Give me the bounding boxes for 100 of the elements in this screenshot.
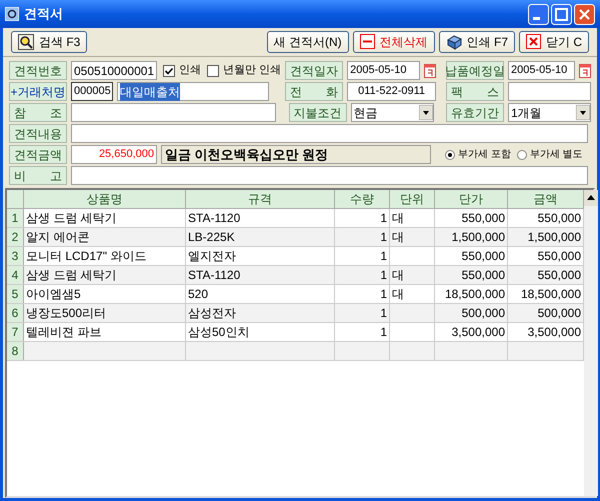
fax-field[interactable] xyxy=(508,82,591,101)
table-cell: 18,500,000 xyxy=(520,287,581,301)
search-icon xyxy=(18,34,34,50)
dropdown[interactable]: 1개월 xyxy=(508,103,591,122)
table-cell: 18,500,000 xyxy=(444,287,505,301)
table-cell: 550,000 xyxy=(538,268,581,282)
column-header[interactable]: 단가 xyxy=(435,190,508,208)
field-label: +거래처명 xyxy=(9,82,67,101)
table-cell: 1 xyxy=(380,230,387,244)
radio-button[interactable] xyxy=(445,150,455,160)
table-cell: 1 xyxy=(380,211,387,225)
column-header[interactable]: 규격 xyxy=(186,190,335,208)
table-cell: 대 xyxy=(392,211,404,225)
dropdown[interactable]: 현금 xyxy=(350,103,434,122)
row-number: 4 xyxy=(7,266,24,284)
table-cell: 냉장도500리터 xyxy=(26,306,106,320)
field-label: 유효기간 xyxy=(446,103,504,122)
table-cell: 삼성50인치 xyxy=(188,325,250,339)
table-cell: 1 xyxy=(380,287,387,301)
scroll-up-icon[interactable] xyxy=(584,190,598,206)
table-cell: 1 xyxy=(380,306,387,320)
table-cell: 알지 에어콘 xyxy=(26,230,90,244)
toolbar-button[interactable]: 인쇄 F7 xyxy=(438,30,515,52)
printer-icon xyxy=(446,34,462,50)
phone-field[interactable]: 011-522-0911 xyxy=(347,82,436,101)
table-cell: 1 xyxy=(380,249,387,263)
maximize-icon[interactable] xyxy=(551,4,572,24)
table-cell: STA-1120 xyxy=(188,268,240,282)
date-field[interactable]: 2005-05-10 xyxy=(508,61,575,80)
close-icon[interactable] xyxy=(574,4,595,24)
table-cell: 3,500,000 xyxy=(528,325,581,339)
radio-label: 부가세 별도 xyxy=(530,148,583,162)
table-cell: 대 xyxy=(392,268,404,282)
table-cell: 1 xyxy=(380,325,387,339)
field-label: 지불조건 xyxy=(288,103,346,122)
table-cell: 550,000 xyxy=(462,249,505,263)
client-name: 대일매출처 xyxy=(120,82,180,100)
scrollbar[interactable] xyxy=(584,190,598,496)
table-cell: 550,000 xyxy=(462,211,505,225)
checkbox[interactable] xyxy=(207,64,220,76)
field-label: 견적내용 xyxy=(9,124,67,143)
table-cell: 1 xyxy=(380,268,387,282)
field-label: 견적번호 xyxy=(9,61,67,80)
table-cell: 삼생 드럼 세탁기 xyxy=(26,211,117,225)
row-number: 5 xyxy=(7,285,24,303)
close-icon xyxy=(526,34,541,49)
radio-button[interactable] xyxy=(516,150,527,160)
table-cell: 텔레비젼 파브 xyxy=(26,325,102,339)
column-header[interactable]: 상품명 xyxy=(24,190,186,208)
table-cell: STA-1120 xyxy=(188,211,240,225)
row-number: 8 xyxy=(7,342,24,360)
reference-field[interactable] xyxy=(71,103,276,122)
content-field[interactable] xyxy=(71,124,588,143)
table-cell: 모니터 LCD17" 와이드 xyxy=(26,249,146,263)
row-number: 3 xyxy=(7,247,24,265)
row-number: 1 xyxy=(7,209,24,227)
table-cell: 1,500,000 xyxy=(452,230,505,244)
checkbox-label: 년월만 인쇄 xyxy=(223,63,282,78)
toolbar-button[interactable]: 전체삭제 xyxy=(352,30,435,52)
calendar-icon[interactable] xyxy=(579,64,591,78)
table-cell: 550,000 xyxy=(538,211,581,225)
toolbar-button[interactable]: 검색 F3 xyxy=(11,30,88,52)
checkbox[interactable] xyxy=(163,64,175,76)
dropdown-arrow-icon xyxy=(418,105,432,120)
date-field[interactable]: 2005-05-10 xyxy=(347,61,420,80)
row-number: 2 xyxy=(7,228,24,246)
client-name-field[interactable]: 대일매출처 xyxy=(117,82,270,101)
column-header[interactable]: 수량 xyxy=(335,190,390,208)
column-header[interactable]: 단위 xyxy=(390,190,435,208)
toolbar-button[interactable]: 닫기 C xyxy=(519,30,589,52)
field-label: 비 고 xyxy=(9,166,67,185)
table-cell: 3,500,000 xyxy=(452,325,505,339)
field-label: 참 조 xyxy=(9,103,67,122)
table-cell: 아이엠샘5 xyxy=(26,287,81,301)
table-cell: 500,000 xyxy=(462,306,505,320)
table-cell: 엘지전자 xyxy=(188,249,236,263)
table-cell: 대 xyxy=(392,230,404,244)
radio-label: 부가세 포함 xyxy=(458,148,511,162)
amount-field[interactable]: 25,650,000 xyxy=(71,145,157,164)
client-code-field[interactable]: 000005 xyxy=(71,82,113,101)
checkbox-label: 인쇄 xyxy=(179,63,201,78)
dropdown-arrow-icon xyxy=(576,105,590,120)
table-cell: 삼성전자 xyxy=(188,306,236,320)
minimize-icon[interactable] xyxy=(528,4,549,24)
field-label: 납품예정일 xyxy=(446,61,504,80)
amount-in-words: 일금 이천오백육십오만 원정 xyxy=(161,145,431,164)
note-field[interactable] xyxy=(71,166,588,185)
calendar-icon[interactable] xyxy=(424,64,436,78)
table-cell: 1,500,000 xyxy=(528,230,581,244)
toolbar-button[interactable]: 새 견적서(N) xyxy=(266,30,349,52)
app-icon xyxy=(5,7,19,21)
row-number: 7 xyxy=(7,323,24,341)
table-cell: LB-225K xyxy=(188,230,235,244)
table-cell: 550,000 xyxy=(538,249,581,263)
field-label: 전 화 xyxy=(285,82,344,101)
field-label: 견적일자 xyxy=(285,61,344,80)
field-label: 견적금액 xyxy=(9,145,67,164)
minus-icon xyxy=(360,34,375,49)
quote-number-field[interactable]: 050510000001 xyxy=(71,61,157,80)
table-cell: 삼생 드럼 세탁기 xyxy=(26,268,117,282)
